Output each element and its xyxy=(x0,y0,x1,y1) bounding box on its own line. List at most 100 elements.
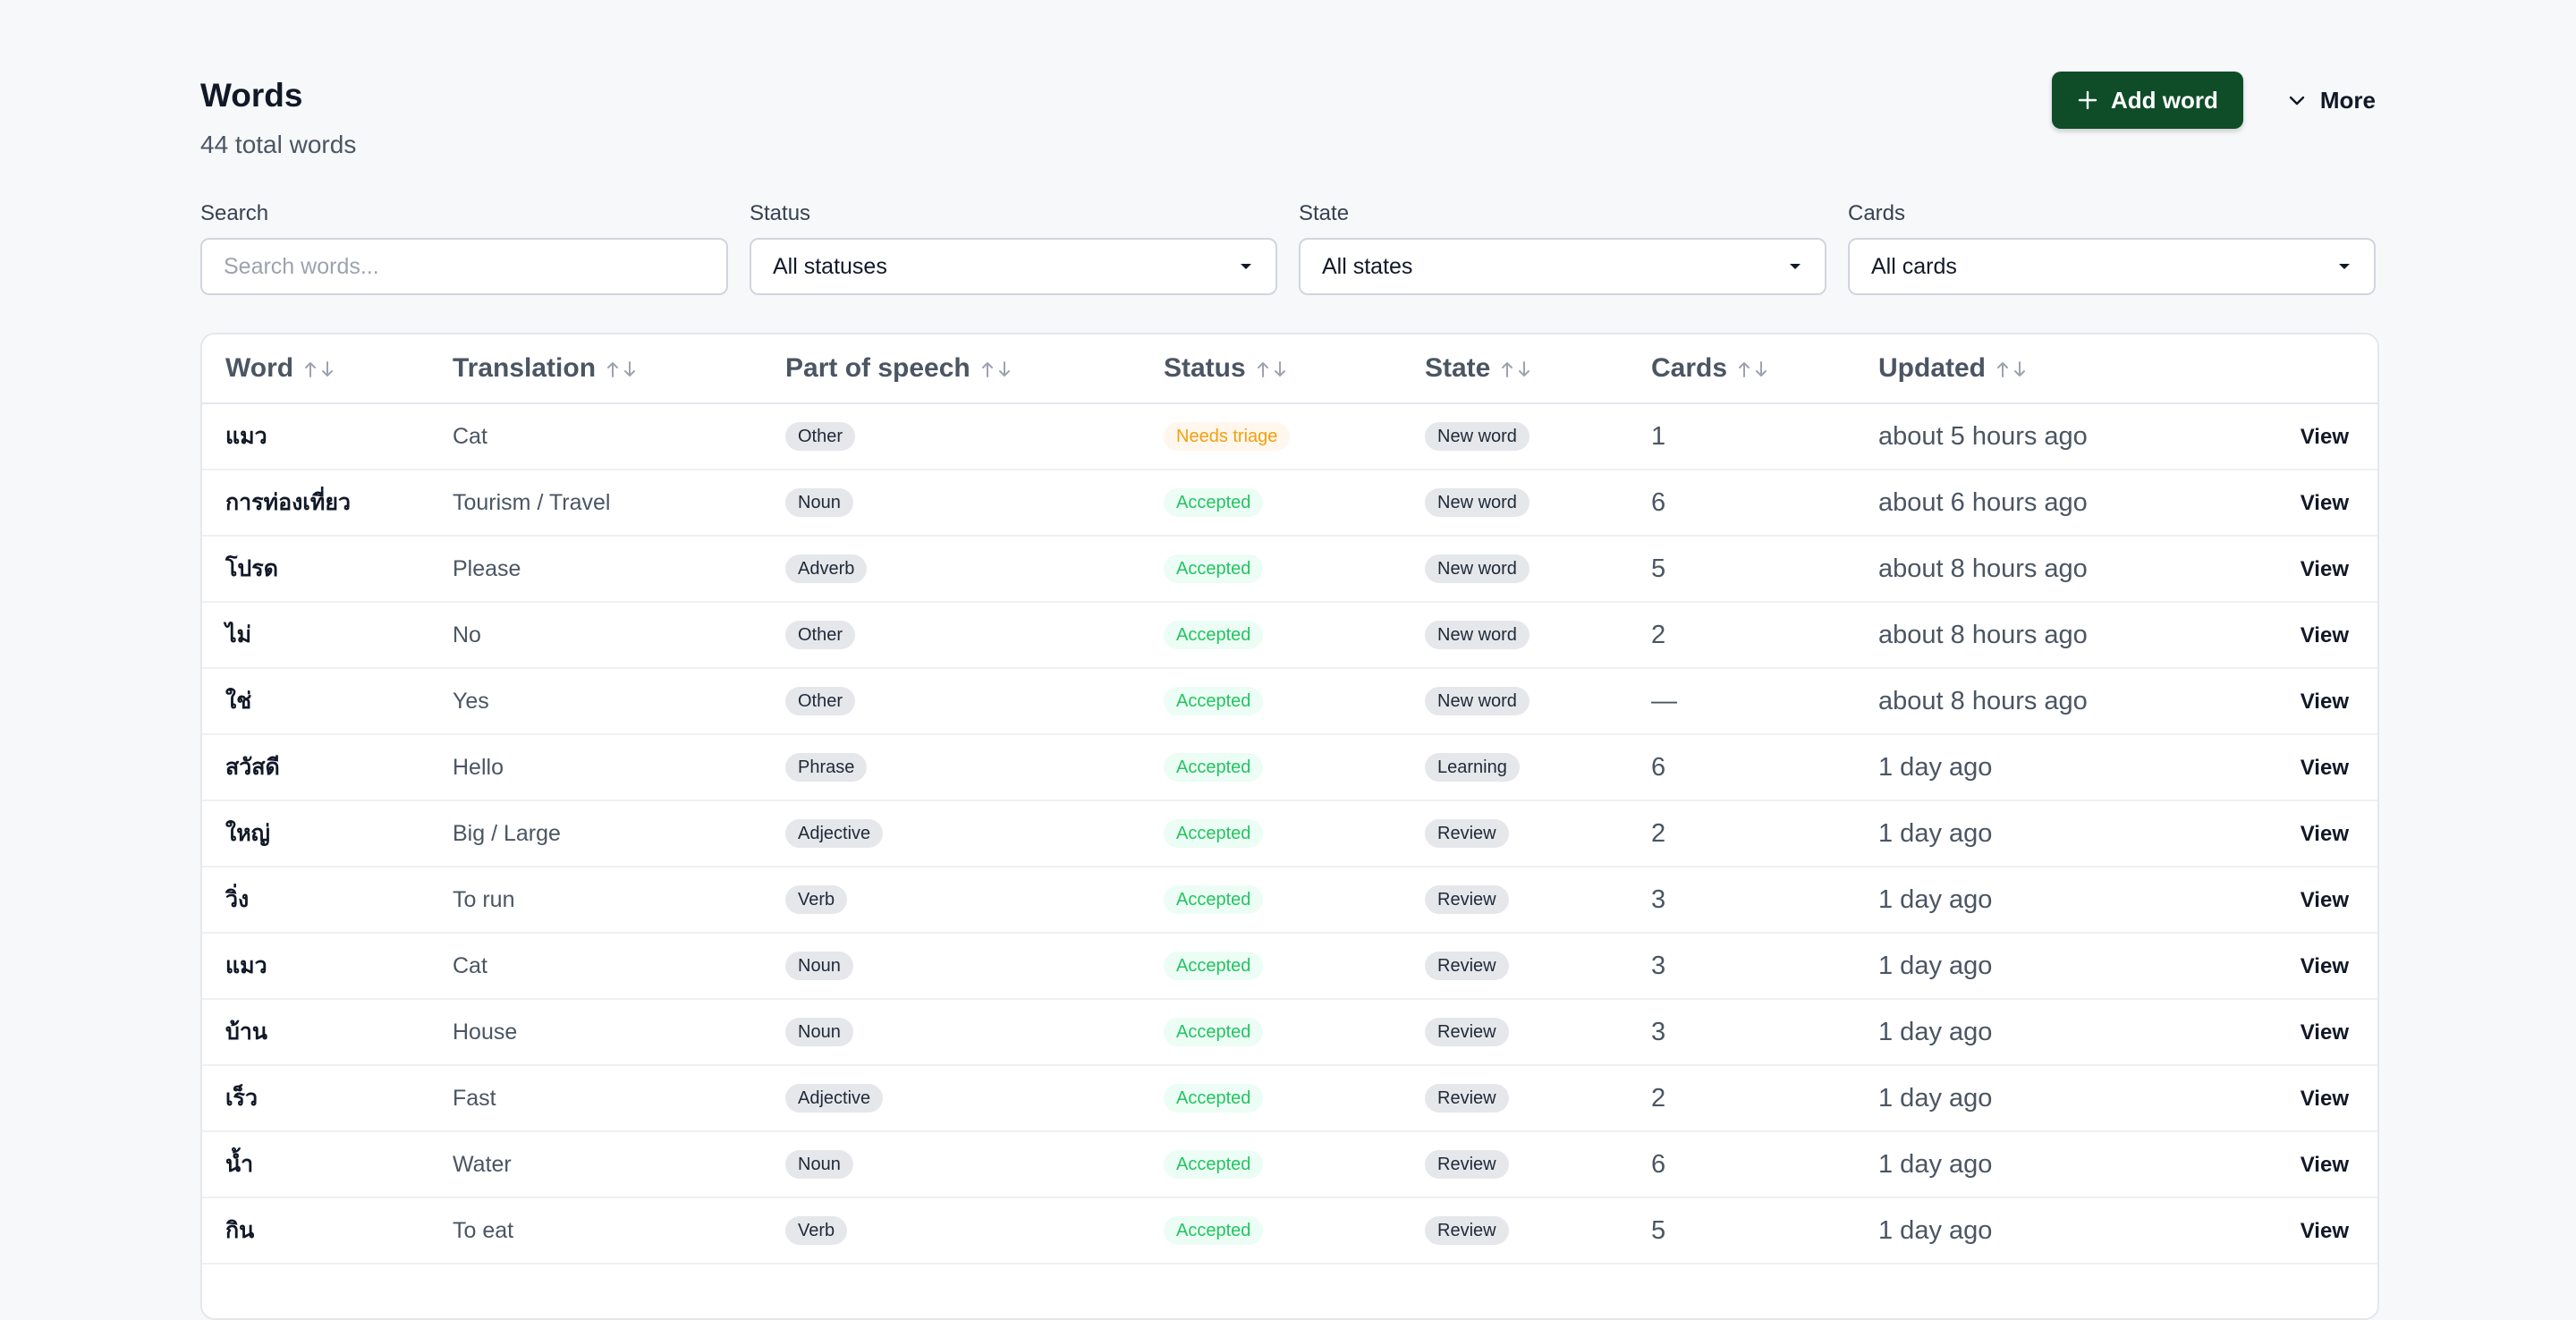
translation-cell: No xyxy=(429,602,762,669)
pos-cell: Adverb xyxy=(762,536,1140,603)
column-header-label: Cards xyxy=(1651,353,1728,383)
column-header[interactable]: Translation xyxy=(429,334,762,404)
table-row[interactable]: เร็ว Fast Adjective Accepted Review 2 1 day ag… xyxy=(202,1065,2377,1132)
state-select[interactable]: All states xyxy=(1299,238,1826,295)
status-cell: Accepted xyxy=(1140,536,1402,603)
table-row[interactable]: ไม่ No Other Accepted New word 2 about 8 hours… xyxy=(202,602,2377,669)
table-row[interactable]: ใช่ Yes Other Accepted New word — about 8 hour… xyxy=(202,668,2377,735)
more-button[interactable]: More xyxy=(2279,72,2383,129)
table-row[interactable]: การท่องเที่ยว Tourism / Travel Noun Accepte… xyxy=(202,470,2377,537)
view-link[interactable]: View xyxy=(2301,954,2349,978)
column-header[interactable]: Word xyxy=(202,334,429,404)
cards-cell: 3 xyxy=(1628,999,1855,1066)
status-badge: Accepted xyxy=(1164,687,1264,715)
status-cell: Accepted xyxy=(1140,668,1402,735)
pos-cell: Noun xyxy=(762,933,1140,1000)
state-badge: New word xyxy=(1425,488,1530,517)
table-row[interactable]: กิน To eat Verb Accepted Review 5 1 day ago Vie… xyxy=(202,1197,2377,1265)
header-actions: Add word More xyxy=(2052,72,2383,129)
column-header[interactable]: Updated xyxy=(1855,334,2195,404)
sort-arrows-icon[interactable] xyxy=(302,360,338,379)
status-badge: Accepted xyxy=(1164,621,1264,649)
updated-cell: 1 day ago xyxy=(1855,800,2195,867)
status-badge: Accepted xyxy=(1164,753,1264,782)
table-row[interactable]: โปรด Please Adverb Accepted New word 5 about 8… xyxy=(202,536,2377,603)
view-cell: View xyxy=(2195,602,2377,669)
state-badge: Review xyxy=(1425,1216,1509,1245)
updated-cell: 1 day ago xyxy=(1855,933,2195,1000)
state-cell: Review xyxy=(1402,1131,1628,1198)
view-link[interactable]: View xyxy=(2301,623,2349,647)
plus-icon xyxy=(2077,89,2098,111)
pos-badge: Other xyxy=(785,621,856,649)
status-select[interactable]: All statuses xyxy=(750,238,1277,295)
translation-cell: Cat xyxy=(429,933,762,1000)
state-cell: New word xyxy=(1402,403,1628,470)
view-cell: View xyxy=(2195,999,2377,1066)
view-cell: View xyxy=(2195,1065,2377,1132)
status-cell: Accepted xyxy=(1140,933,1402,1000)
view-link[interactable]: View xyxy=(2301,690,2349,714)
view-link[interactable]: View xyxy=(2301,1087,2349,1111)
sort-arrows-icon[interactable] xyxy=(979,360,1015,379)
cards-select[interactable]: All cards xyxy=(1848,238,2376,295)
state-badge: Review xyxy=(1425,952,1509,980)
translation-cell: Water xyxy=(429,1131,762,1198)
table-row[interactable]: น้ำ Water Noun Accepted Review 6 1 day ago View xyxy=(202,1131,2377,1198)
view-link[interactable]: View xyxy=(2301,557,2349,581)
table-row[interactable]: บ้าน House Noun Accepted Review 3 1 day ago Vie… xyxy=(202,999,2377,1066)
view-cell: View xyxy=(2195,536,2377,603)
column-header[interactable]: Part of speech xyxy=(762,334,1140,404)
cards-cell: 2 xyxy=(1628,602,1855,669)
state-badge: Review xyxy=(1425,885,1509,914)
view-link[interactable]: View xyxy=(2301,756,2349,780)
table-row[interactable]: วิ่ง To run Verb Accepted Review 3 1 day ago Vi… xyxy=(202,867,2377,934)
translation-cell: Please xyxy=(429,536,762,603)
column-header[interactable]: Status xyxy=(1140,334,1402,404)
state-badge: New word xyxy=(1425,554,1530,583)
state-cell: Review xyxy=(1402,1065,1628,1132)
translation-cell: House xyxy=(429,999,762,1066)
table-row[interactable]: ใหญ่ Big / Large Adjective Accepted Review 2 1… xyxy=(202,800,2377,867)
updated-cell: 1 day ago xyxy=(1855,1065,2195,1132)
actions-column-header xyxy=(2195,334,2377,404)
state-badge: Review xyxy=(1425,1084,1509,1113)
sort-arrows-icon[interactable] xyxy=(1995,360,2030,379)
view-link[interactable]: View xyxy=(2301,888,2349,912)
view-cell: View xyxy=(2195,403,2377,470)
view-link[interactable]: View xyxy=(2301,1020,2349,1045)
updated-cell: about 8 hours ago xyxy=(1855,668,2195,735)
word-cell: วิ่ง xyxy=(202,867,429,934)
pos-badge: Other xyxy=(785,687,856,715)
table-row[interactable]: แมว Cat Other Needs triage New word 1 about 5 … xyxy=(202,403,2377,470)
sort-arrows-icon[interactable] xyxy=(1499,360,1535,379)
cards-cell: 3 xyxy=(1628,867,1855,934)
search-input[interactable] xyxy=(200,238,728,295)
updated-cell: 1 day ago xyxy=(1855,1131,2195,1198)
sort-arrows-icon[interactable] xyxy=(605,360,640,379)
updated-cell: about 5 hours ago xyxy=(1855,403,2195,470)
column-header[interactable]: Cards xyxy=(1628,334,1855,404)
view-link[interactable]: View xyxy=(2301,1219,2349,1243)
word-cell: สวัสดี xyxy=(202,734,429,801)
cards-cell: 1 xyxy=(1628,403,1855,470)
view-link[interactable]: View xyxy=(2301,491,2349,515)
table-row[interactable]: แมว Cat Noun Accepted Review 3 1 day ago View xyxy=(202,933,2377,1000)
state-filter: State All states xyxy=(1299,199,1826,295)
updated-cell: about 6 hours ago xyxy=(1855,470,2195,537)
sort-arrows-icon[interactable] xyxy=(1736,360,1772,379)
add-word-button[interactable]: Add word xyxy=(2052,72,2243,129)
updated-cell: 1 day ago xyxy=(1855,867,2195,934)
view-link[interactable]: View xyxy=(2301,822,2349,846)
word-cell: ไม่ xyxy=(202,602,429,669)
translation-cell: Fast xyxy=(429,1065,762,1132)
view-link[interactable]: View xyxy=(2301,1153,2349,1177)
column-header[interactable]: State xyxy=(1402,334,1628,404)
view-link[interactable]: View xyxy=(2301,425,2349,449)
table-row[interactable]: สวัสดี Hello Phrase Accepted Learning 6 1 day … xyxy=(202,734,2377,801)
status-badge: Accepted xyxy=(1164,885,1264,914)
column-header-label: Part of speech xyxy=(785,353,970,383)
caret-down-icon xyxy=(2336,261,2352,272)
state-cell: Review xyxy=(1402,999,1628,1066)
sort-arrows-icon[interactable] xyxy=(1255,360,1291,379)
